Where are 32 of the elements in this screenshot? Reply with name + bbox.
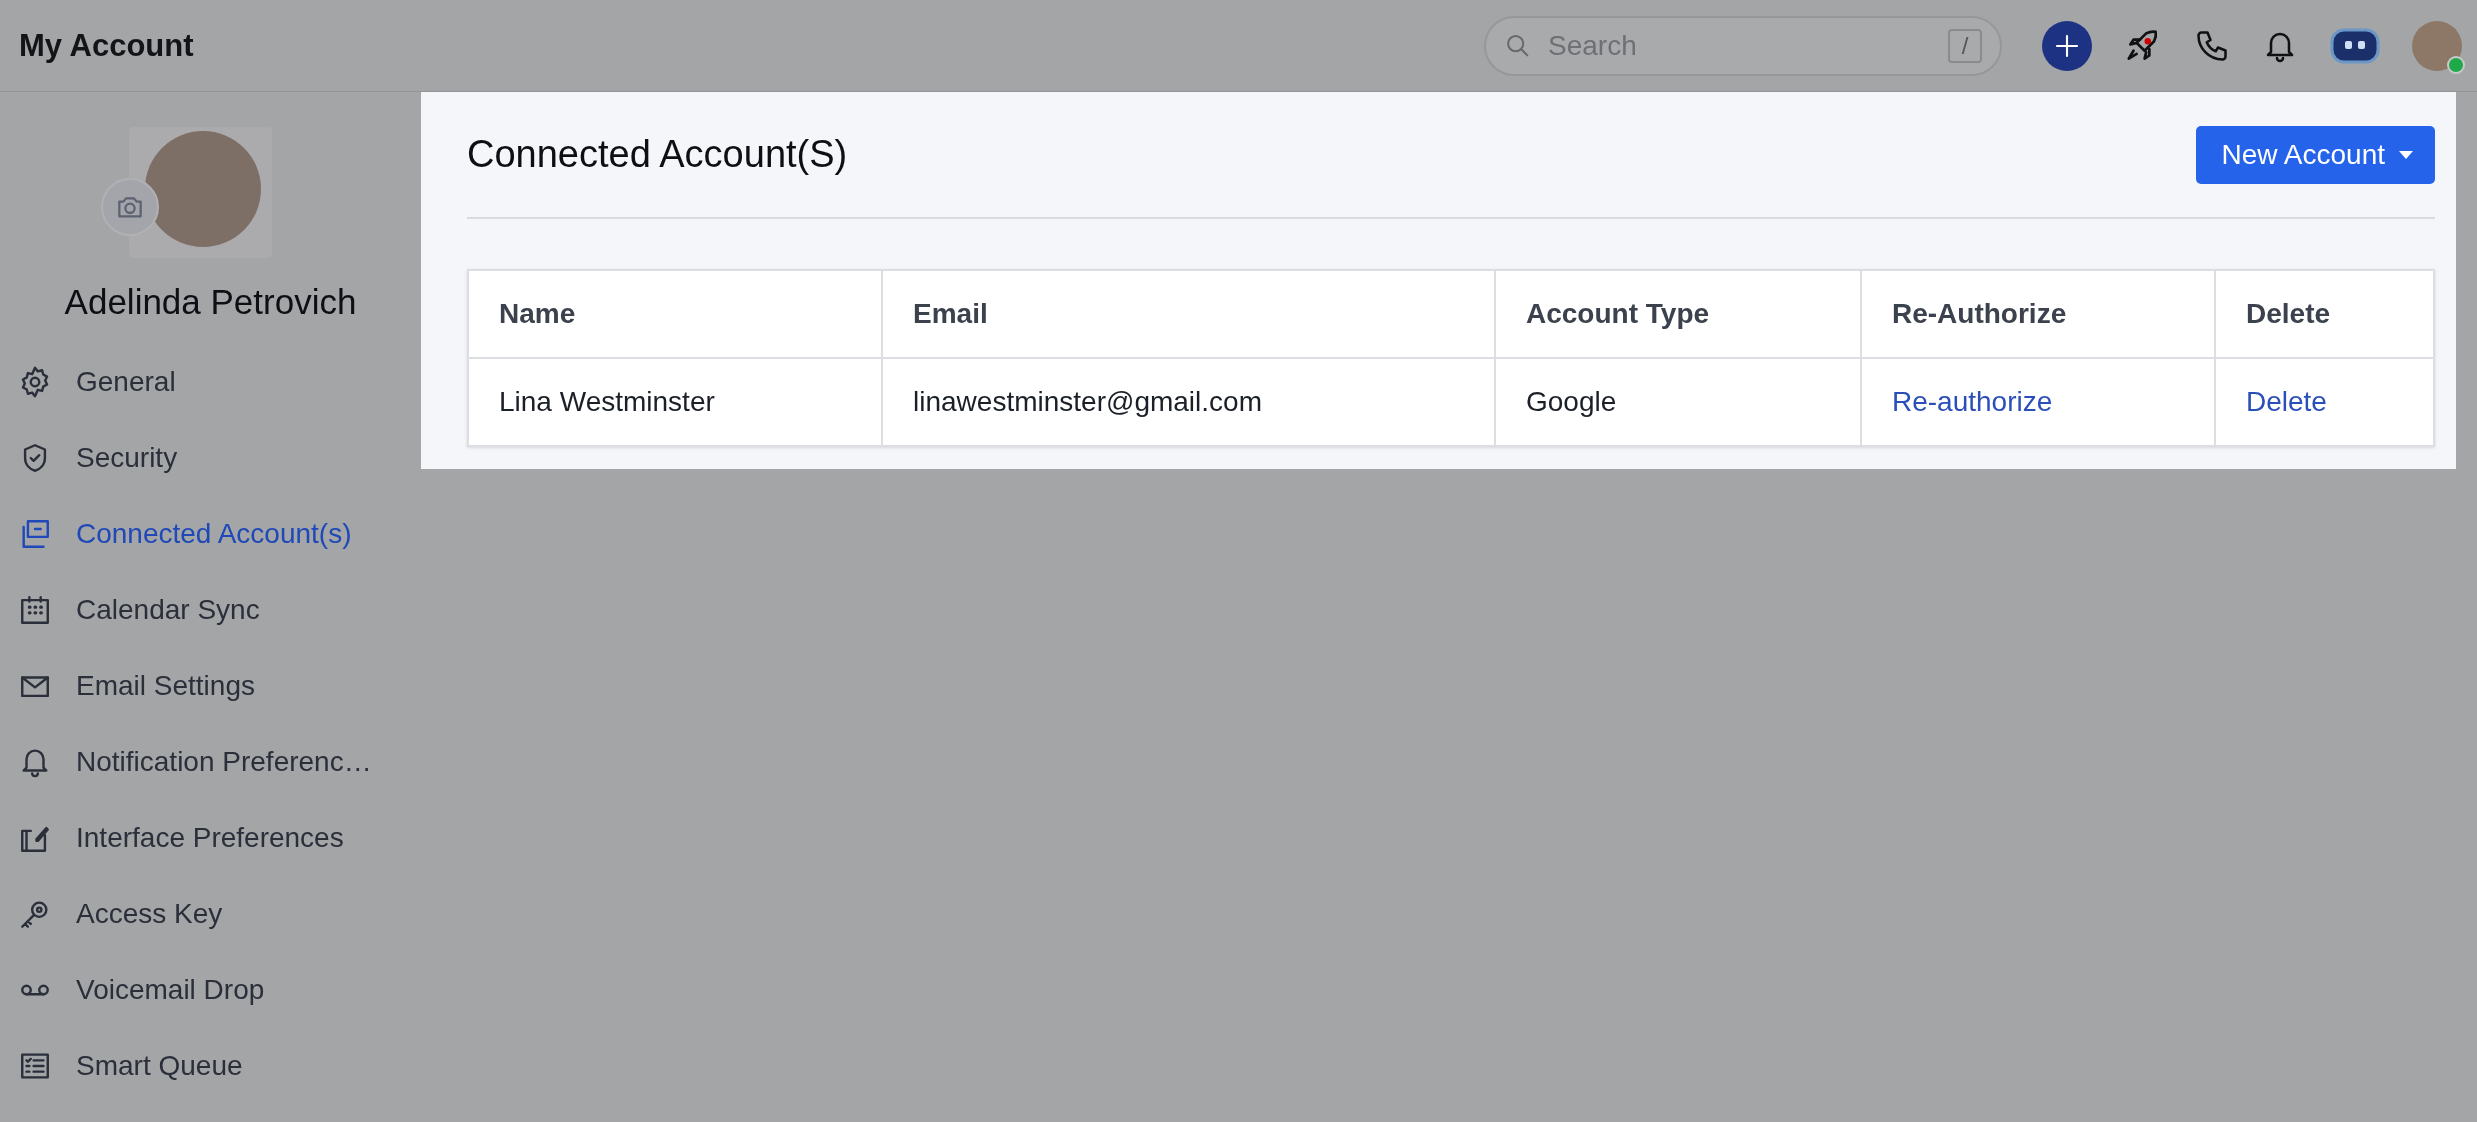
- reauthorize-link[interactable]: Re-authorize: [1892, 386, 2053, 417]
- profile-name: Adelinda Petrovich: [64, 282, 357, 322]
- bot-button[interactable]: [2330, 27, 2380, 64]
- sidebar-item[interactable]: Email Settings: [0, 648, 421, 724]
- sidebar-item[interactable]: Notification Preferenc…: [0, 724, 421, 800]
- new-account-button[interactable]: New Account: [2195, 125, 2435, 184]
- column-header: Account Type: [1495, 270, 1861, 358]
- sidebar-item[interactable]: Voicemail Drop: [0, 952, 421, 1028]
- sidebar-item[interactable]: Calendar Sync: [0, 572, 421, 648]
- panel-title: Connected Account(S): [467, 133, 848, 176]
- robot-face-icon: [2330, 27, 2380, 64]
- calendar-icon: [18, 593, 52, 627]
- sidebar-item[interactable]: General: [0, 344, 421, 420]
- sidebar-item[interactable]: Interface Preferences: [0, 800, 421, 876]
- search-field[interactable]: Search /: [1484, 15, 2002, 76]
- column-header: Re-Authorize: [1861, 270, 2215, 358]
- column-header: Delete: [2215, 270, 2434, 358]
- table-cell: Google: [1495, 358, 1861, 446]
- column-header: Name: [468, 270, 882, 358]
- shortcut-key: /: [1948, 28, 1982, 63]
- add-button[interactable]: [2042, 20, 2092, 71]
- table-cell: Lina Westminster: [468, 358, 882, 446]
- sidebar-item[interactable]: Connected Account(s): [0, 496, 421, 572]
- sidebar-item[interactable]: Smart Queue: [0, 1028, 421, 1104]
- caret-icon: [2399, 150, 2413, 159]
- column-header: Email: [882, 270, 1495, 358]
- table-cell: linawestminster@gmail.com: [882, 358, 1495, 446]
- delete-link[interactable]: Delete: [2246, 386, 2327, 417]
- sidebar-item[interactable]: Access Key: [0, 876, 421, 952]
- page-title: My Account: [19, 27, 194, 64]
- sidebar-item[interactable]: Security: [0, 420, 421, 496]
- search-input[interactable]: Search: [1546, 28, 1934, 63]
